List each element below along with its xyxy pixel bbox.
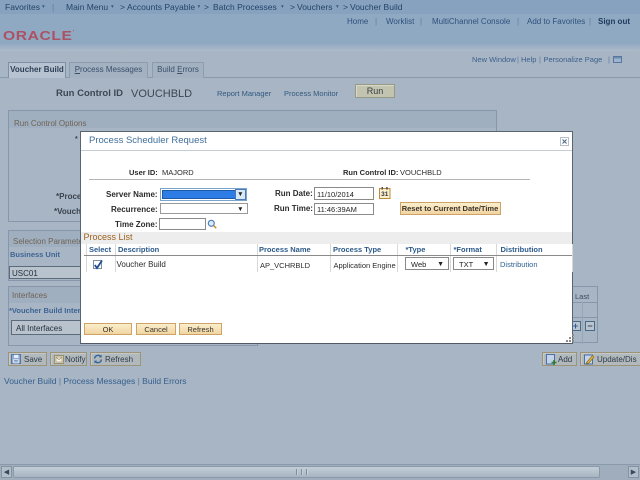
svg-text:31: 31 xyxy=(381,191,389,198)
